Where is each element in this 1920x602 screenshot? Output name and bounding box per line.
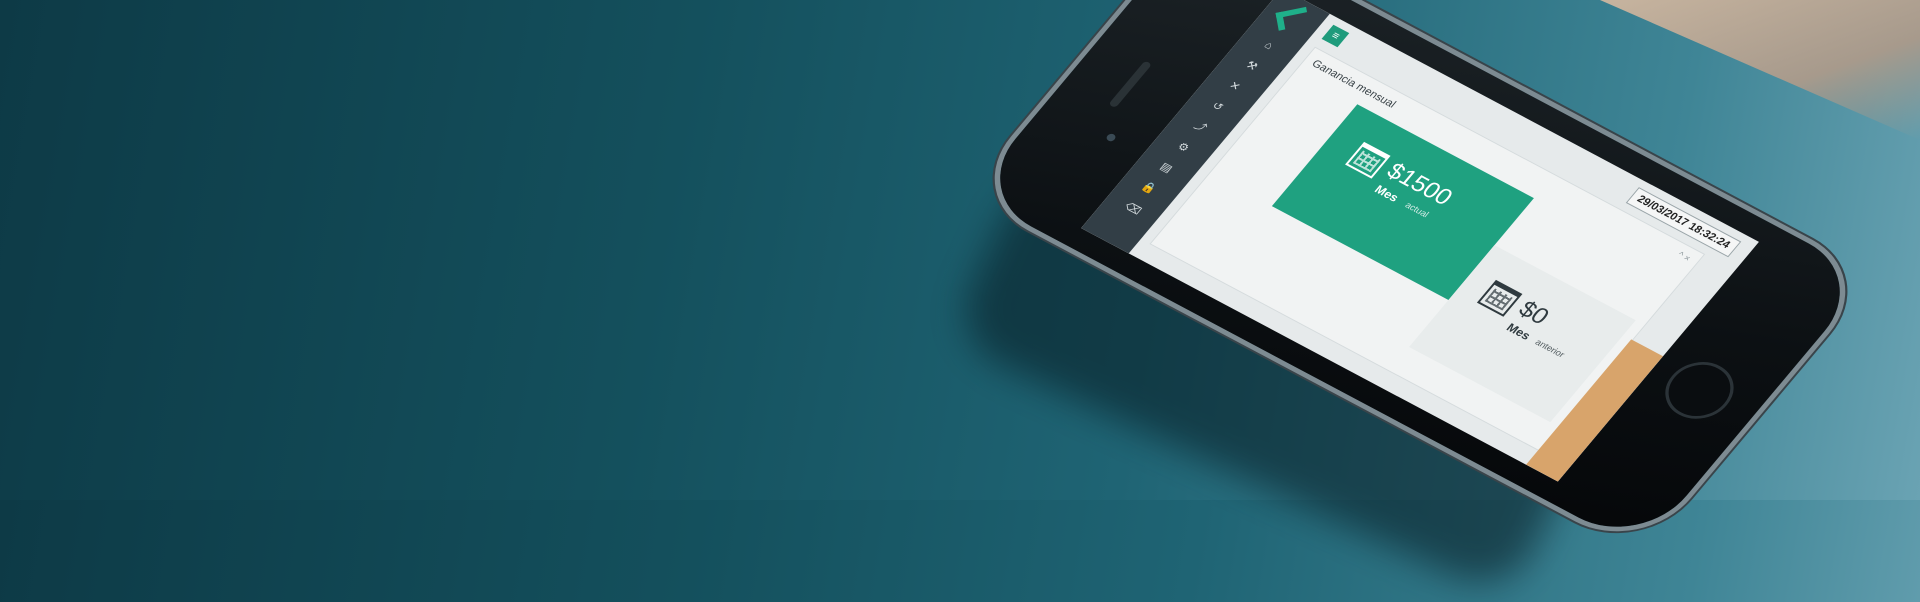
home-icon[interactable]: ⌂ [1258,37,1280,55]
previous-period-sub: anterior [1533,337,1567,360]
chart-icon[interactable]: ⤴ [1189,118,1211,136]
tools-icon[interactable]: ⚒ [1241,57,1263,75]
gear-icon[interactable]: ⚙ [1172,139,1194,157]
panel-title: Ganancia mensual [1309,57,1399,111]
table-corner [1600,0,1920,140]
lock-icon[interactable]: 🔒 [1138,180,1160,198]
panel-controls[interactable]: ^ × [1676,250,1693,263]
undo-icon[interactable]: ↺ [1206,98,1228,116]
home-button[interactable] [1651,351,1748,430]
earpiece [1108,60,1153,109]
menu-button[interactable]: ≡ [1321,24,1350,48]
trash-icon[interactable]: ⌫ [1121,200,1144,218]
calendar-icon [1345,141,1391,179]
close-icon[interactable]: ✕ [1224,78,1246,96]
document-icon[interactable]: ▤ [1155,159,1177,177]
front-camera [1104,132,1118,143]
calendar-icon [1476,279,1523,317]
logo-icon[interactable] [1275,6,1310,31]
